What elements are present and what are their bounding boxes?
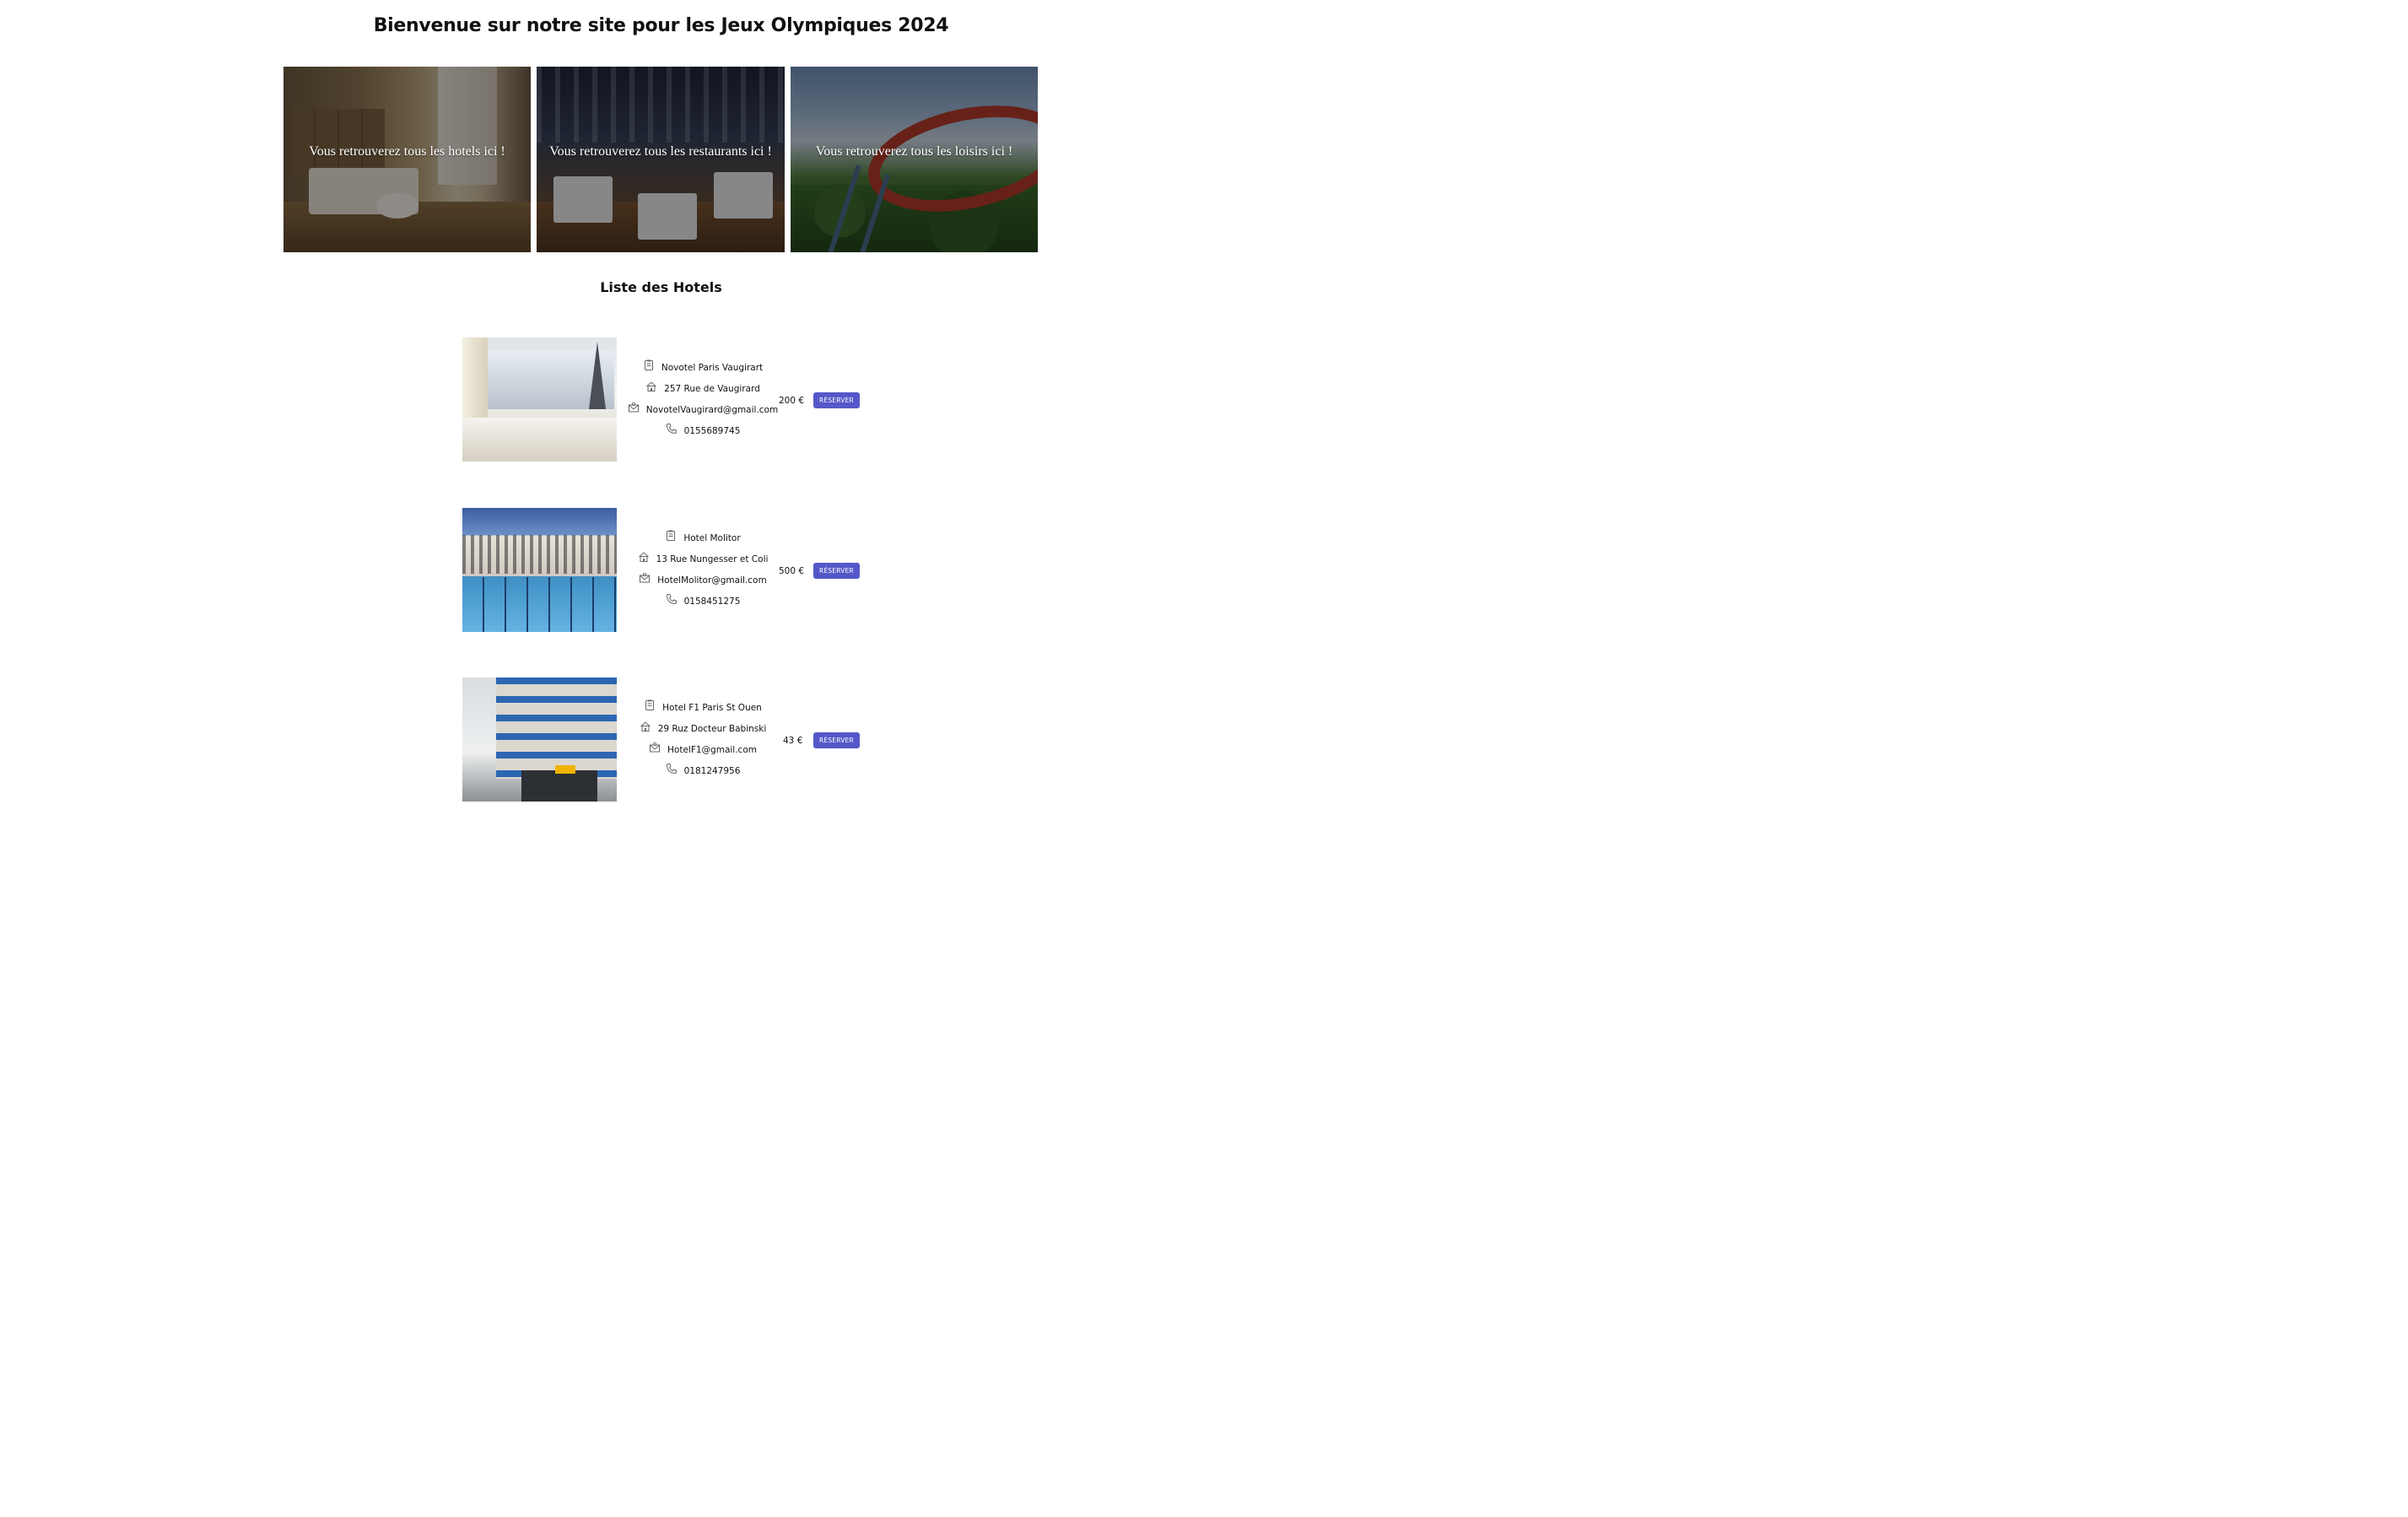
hotel-phone-row: 0158451275	[666, 593, 741, 610]
hotel-name-row: Novotel Paris Vaugirart	[643, 359, 763, 376]
house-icon	[638, 551, 650, 563]
reserve-button[interactable]: RÉSERVER	[813, 563, 860, 579]
document-icon	[644, 699, 656, 711]
hotel-email-row: NovotelVaugirard@gmail.com	[628, 402, 778, 418]
category-card-hotels[interactable]: Vous retrouverez tous les hotels ici !	[283, 67, 531, 252]
hotel-price: 200 €	[779, 396, 805, 406]
section-title: Liste des Hotels	[600, 279, 722, 295]
hotel-address-row: 257 Rue de Vaugirard	[645, 381, 760, 397]
page: Bienvenue sur notre site pour les Jeux O…	[0, 0, 1322, 834]
hotel-price: 43 €	[783, 736, 803, 746]
reserve-button[interactable]: RÉSERVER	[813, 732, 860, 748]
hotel-email: HotelF1@gmail.com	[667, 745, 757, 755]
hotel-email-row: HotelMolitor@gmail.com	[639, 572, 767, 589]
phone-icon	[666, 763, 678, 775]
hotel-address: 29 Ruz Docteur Babinski	[657, 724, 767, 734]
hotel-price: 500 €	[779, 566, 805, 576]
hotel-name: Novotel Paris Vaugirart	[661, 363, 764, 373]
hotel-name: Hotel F1 Paris St Ouen	[662, 703, 762, 713]
house-icon	[645, 381, 657, 392]
hotel-phone: 0158451275	[683, 597, 741, 607]
hotel-address: 257 Rue de Vaugirard	[664, 384, 760, 394]
hotel-email: HotelMolitor@gmail.com	[657, 575, 767, 586]
hotel-phone: 0155689745	[683, 426, 741, 436]
hotel-details: Hotel F1 Paris St Ouen 29 Ruz Docteur Ba…	[623, 699, 783, 780]
mail-icon	[639, 572, 651, 584]
hotel-address-row: 29 Ruz Docteur Babinski	[640, 721, 767, 737]
hotel-email-row: HotelF1@gmail.com	[649, 742, 757, 758]
hotel-details: Novotel Paris Vaugirart 257 Rue de Vaugi…	[623, 359, 783, 440]
hotel-photo	[462, 508, 617, 632]
hotel-photo	[462, 678, 617, 802]
hotel-details: Hotel Molitor 13 Rue Nungesser et Coli H…	[623, 530, 783, 610]
house-icon	[640, 721, 651, 732]
hotel-phone: 0181247956	[683, 766, 741, 776]
document-icon	[643, 359, 655, 371]
category-card-loisirs[interactable]: Vous retrouverez tous les loisirs ici !	[791, 67, 1038, 252]
hotel-card: Novotel Paris Vaugirart 257 Rue de Vaugi…	[462, 337, 867, 462]
hotel-phone-row: 0181247956	[666, 763, 741, 780]
hotel-address-row: 13 Rue Nungesser et Coli	[638, 551, 769, 568]
category-card-label: Vous retrouverez tous les restaurants ic…	[549, 144, 772, 159]
phone-icon	[666, 593, 678, 605]
hotel-address: 13 Rue Nungesser et Coli	[656, 554, 769, 564]
hotel-email: NovotelVaugirard@gmail.com	[645, 405, 779, 415]
category-card-label: Vous retrouverez tous les loisirs ici !	[815, 144, 1013, 159]
hotel-card: Hotel F1 Paris St Ouen 29 Ruz Docteur Ba…	[462, 678, 867, 802]
mail-icon	[628, 402, 640, 413]
category-card-label: Vous retrouverez tous les hotels ici !	[309, 144, 505, 159]
hotel-name-row: Hotel F1 Paris St Ouen	[644, 699, 762, 716]
phone-icon	[666, 423, 678, 435]
category-card-restaurants[interactable]: Vous retrouverez tous les restaurants ic…	[537, 67, 785, 252]
mail-icon	[649, 742, 661, 753]
reserve-button[interactable]: RÉSERVER	[813, 392, 860, 408]
hotel-name-row: Hotel Molitor	[665, 530, 741, 547]
document-icon	[665, 530, 677, 542]
hotel-photo	[462, 337, 617, 462]
hotel-name: Hotel Molitor	[683, 533, 741, 543]
hotel-card: Hotel Molitor 13 Rue Nungesser et Coli H…	[462, 508, 867, 632]
page-title: Bienvenue sur notre site pour les Jeux O…	[373, 15, 949, 36]
hotel-phone-row: 0155689745	[666, 423, 741, 440]
